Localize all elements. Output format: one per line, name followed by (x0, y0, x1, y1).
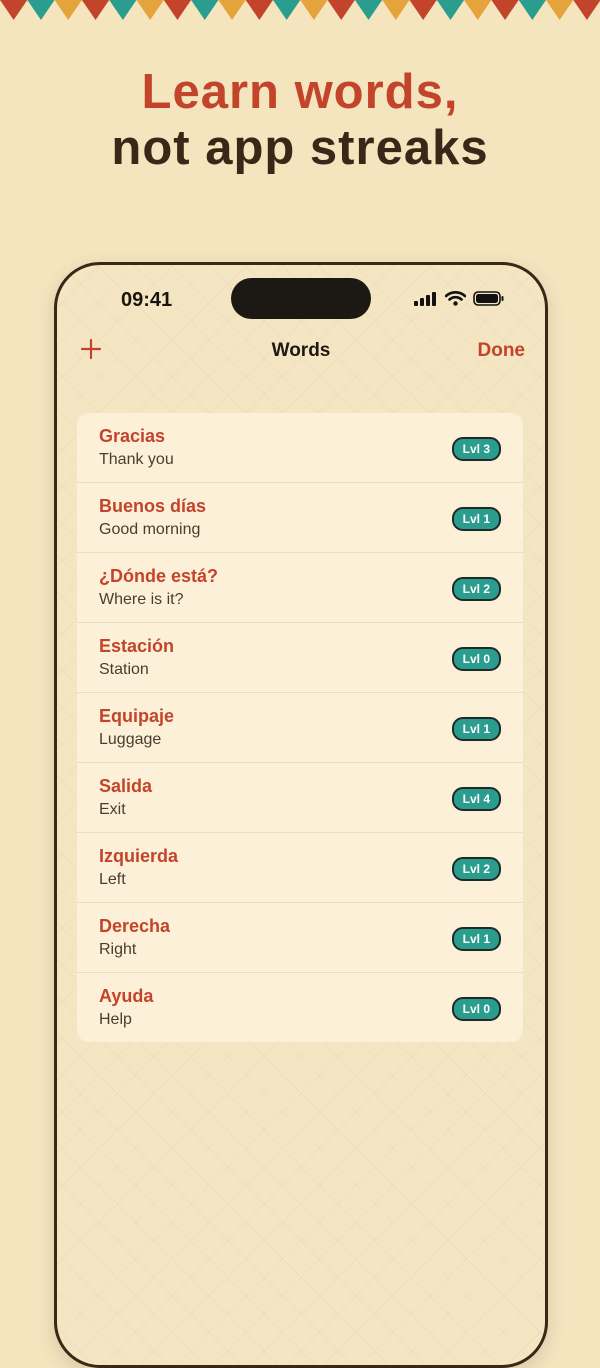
word-spanish: Equipaje (99, 706, 175, 726)
list-item[interactable]: Derecha Right Lvl 1 (77, 903, 523, 973)
word-spanish: Gracias (99, 426, 166, 446)
word-list: Gracias Thank you Lvl 3 Buenos días Good… (77, 413, 523, 1042)
bunting-flag (464, 0, 492, 20)
level-badge: Lvl 1 (451, 927, 501, 951)
bunting-flag (354, 0, 383, 20)
level-badge: Lvl 1 (451, 717, 501, 741)
bunting-flag (382, 0, 410, 20)
nav-title: Words (271, 340, 331, 361)
wifi-icon (445, 291, 466, 306)
dynamic-island (231, 278, 371, 319)
word-translation: Where is it? (99, 591, 184, 608)
bunting-decoration (0, 0, 600, 20)
word-spanish: Izquierda (99, 846, 179, 866)
list-item[interactable]: Estación Station Lvl 0 (77, 623, 523, 693)
word-spanish: Derecha (99, 916, 171, 936)
bunting-flag (136, 0, 164, 20)
bunting-flag (245, 0, 273, 20)
word-spanish: Ayuda (99, 986, 154, 1006)
word-translation: Good morning (99, 521, 201, 538)
bunting-flag (0, 0, 28, 20)
bunting-flag (109, 0, 137, 20)
bunting-flag (81, 0, 110, 20)
word-translation: Thank you (99, 451, 174, 468)
bunting-flag (409, 0, 437, 20)
word-spanish: ¿Dónde está? (99, 566, 219, 586)
list-item[interactable]: Equipaje Luggage Lvl 1 (77, 693, 523, 763)
level-badge: Lvl 2 (451, 857, 501, 881)
word-spanish: Salida (99, 776, 153, 796)
signal-icon (414, 291, 436, 306)
level-badge: Lvl 0 (451, 997, 501, 1021)
status-icons (414, 291, 505, 306)
word-translation: Station (99, 661, 149, 678)
level-badge: Lvl 3 (451, 437, 501, 461)
bunting-flag (54, 0, 82, 20)
status-time: 09:41 (121, 289, 173, 311)
done-button[interactable]: Done (478, 340, 526, 362)
word-translation: Left (99, 871, 126, 888)
bunting-flag (163, 0, 192, 20)
level-badge: Lvl 1 (451, 507, 501, 531)
word-spanish: Estación (99, 636, 175, 656)
word-translation: Luggage (99, 731, 162, 748)
headline-line-2: not app streaks (111, 121, 489, 175)
level-badge: Lvl 2 (451, 577, 501, 601)
bunting-flag (436, 0, 465, 20)
bunting-flag (27, 0, 55, 20)
list-item[interactable]: ¿Dónde está? Where is it? Lvl 2 (77, 553, 523, 623)
list-item[interactable]: Ayuda Help Lvl 0 (77, 973, 523, 1042)
phone-frame: 09:41 Words Done Gracias Thank you Lvl 3 (54, 262, 548, 1368)
headline: Learn words, not app streaks (0, 64, 600, 176)
word-translation: Exit (99, 801, 126, 818)
bunting-flag (546, 0, 574, 20)
bunting-flag (273, 0, 301, 20)
level-badge: Lvl 4 (451, 787, 501, 811)
bunting-flag (491, 0, 519, 20)
word-translation: Right (99, 941, 137, 958)
bunting-flag (300, 0, 328, 20)
list-item[interactable]: Izquierda Left Lvl 2 (77, 833, 523, 903)
bunting-flag (218, 0, 246, 20)
list-item[interactable]: Salida Exit Lvl 4 (77, 763, 523, 833)
bunting-flag (327, 0, 355, 20)
battery-icon (473, 291, 504, 306)
headline-line-1: Learn words, (141, 65, 459, 119)
word-translation: Help (99, 1011, 132, 1028)
list-item[interactable]: Gracias Thank you Lvl 3 (77, 413, 523, 483)
word-spanish: Buenos días (99, 496, 207, 516)
list-item[interactable]: Buenos días Good morning Lvl 1 (77, 483, 523, 553)
level-badge: Lvl 0 (451, 647, 501, 671)
bunting-flag (518, 0, 546, 20)
bunting-flag (191, 0, 219, 20)
bunting-flag (573, 0, 600, 20)
